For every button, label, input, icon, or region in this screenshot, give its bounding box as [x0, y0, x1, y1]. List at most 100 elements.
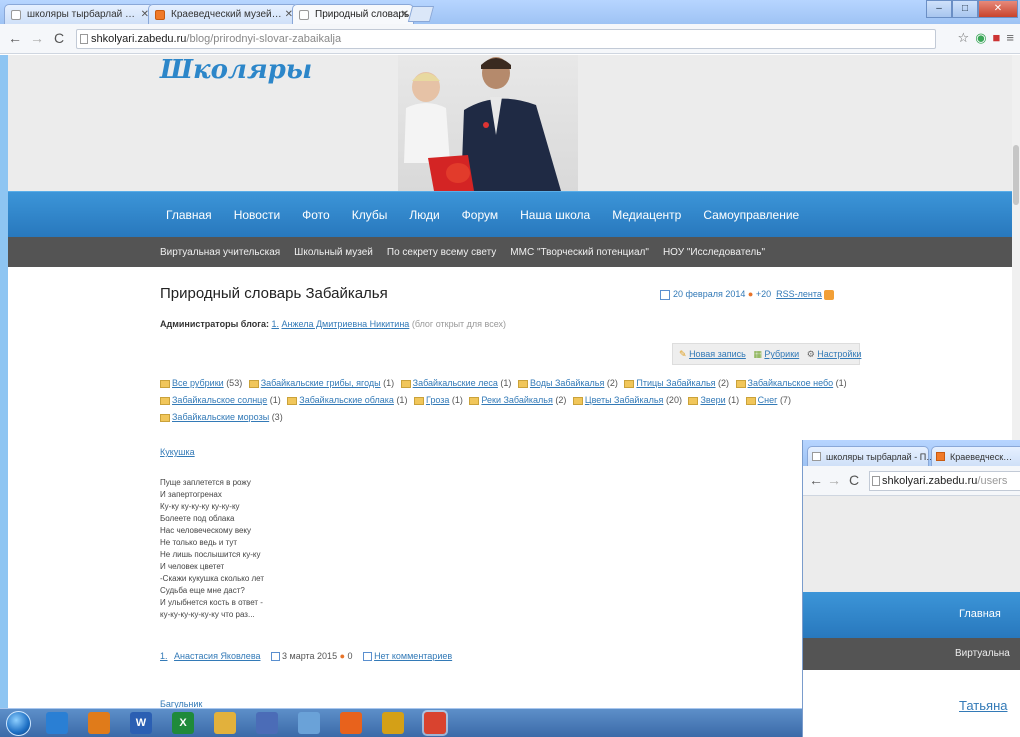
extension-icon[interactable]: ◉	[975, 30, 986, 46]
rubrics-button[interactable]: Рубрики	[764, 349, 799, 359]
next-post-link[interactable]: Багульник	[160, 699, 202, 708]
paint-icon[interactable]	[298, 712, 320, 734]
maximize-button[interactable]: □	[952, 0, 978, 18]
app-icon[interactable]	[256, 712, 278, 734]
reload-icon[interactable]: C	[849, 472, 859, 488]
star-icon[interactable]: ☆	[958, 30, 970, 46]
nav-home[interactable]: Главная	[166, 208, 212, 222]
rss-link[interactable]: RSS-лента	[776, 289, 822, 299]
subnav-teachers-room[interactable]: Виртуальна	[955, 648, 1010, 659]
category-item[interactable]: Птицы Забайкалья (2)	[624, 378, 729, 388]
admin-link[interactable]: Анжела Дмитриевна Никитина	[282, 319, 410, 329]
page-left-strip	[0, 55, 8, 708]
rating-icon: ●	[747, 289, 756, 299]
settings-button[interactable]: Настройки	[817, 349, 861, 359]
blog-rating: +20	[755, 289, 772, 299]
user-name-link[interactable]: Татьяна	[959, 698, 1007, 713]
calculator-icon[interactable]	[382, 712, 404, 734]
subnav-nou[interactable]: НОУ "Исследователь"	[663, 247, 765, 258]
post-author-link[interactable]: Анастасия Яковлева	[174, 651, 260, 661]
subnav-mms[interactable]: ММС "Творческий потенциал"	[510, 247, 649, 258]
start-button[interactable]	[6, 711, 31, 736]
minimize-button[interactable]: –	[926, 0, 952, 18]
forward-icon[interactable]: →	[827, 472, 841, 488]
category-item[interactable]: Реки Забайкалья (2)	[469, 395, 566, 405]
nav-news[interactable]: Новости	[234, 208, 280, 222]
nav-self-government[interactable]: Самоуправление	[703, 208, 799, 222]
main-navigation: Главная Новости Фото Клубы Люди Форум На…	[8, 191, 1012, 237]
tab-shkolyari[interactable]: школяры тырбарлай - П…	[807, 446, 935, 466]
window-controls: – □ ✕	[926, 0, 1018, 18]
rss-icon[interactable]	[824, 289, 835, 300]
nav-people[interactable]: Люди	[409, 208, 439, 222]
tab-shkolyari[interactable]: школяры тырбарлай … ✕	[4, 4, 154, 24]
tab-dictionary[interactable]: Природный словарь За… ✕	[292, 4, 414, 24]
category-item[interactable]: Снег (7)	[745, 395, 791, 405]
url-host: shkolyari.zabedu.ru	[882, 475, 978, 487]
url-path: /blog/prirodnyi-slovar-zabaikalja	[186, 33, 342, 45]
category-item[interactable]: Забайкальские леса (1)	[400, 378, 511, 388]
excel-icon[interactable]: X	[172, 712, 194, 734]
tab-museum[interactable]: Краеведческий музей… ✕	[148, 4, 298, 24]
category-item[interactable]: Воды Забайкалья (2)	[517, 378, 618, 388]
address-bar[interactable]: shkolyari.zabedu.ru/blog/prirodnyi-slova…	[76, 29, 936, 49]
close-window-button[interactable]: ✕	[978, 0, 1018, 18]
word-icon[interactable]: W	[130, 712, 152, 734]
poem-line: -Скажи кукушка сколько лет	[160, 574, 265, 583]
nav-our-school[interactable]: Наша школа	[520, 208, 590, 222]
category-item[interactable]: Звери (1)	[688, 395, 739, 405]
post-title-link[interactable]: Кукушка	[160, 447, 195, 457]
new-post-button[interactable]: Новая запись	[689, 349, 746, 359]
back-icon[interactable]: ←	[8, 30, 22, 46]
sub-navigation: Виртуальная учительская Школьный музей П…	[8, 237, 1012, 267]
category-item[interactable]: Забайкальские морозы (3)	[160, 412, 283, 422]
folder-icon	[160, 396, 170, 405]
toolbar-right: ☆ ◉ ■ ≡	[958, 30, 1014, 46]
folder-icon	[572, 396, 583, 405]
subnav-secret[interactable]: По секрету всему свету	[387, 247, 496, 258]
forward-icon[interactable]: →	[30, 30, 44, 46]
category-item[interactable]: Забайкальские грибы, ягоды (1)	[248, 378, 394, 388]
blog-toolbox: ✎ Новая запись ▦ Рубрики ⚙ Настройки	[672, 343, 861, 365]
subnav-teachers-room[interactable]: Виртуальная учительская	[160, 247, 280, 258]
poem-line: Болеете под облака	[160, 514, 235, 523]
page-icon	[80, 34, 88, 44]
calendar-icon	[271, 652, 281, 662]
comment-icon	[363, 652, 373, 662]
browser-toolbar: ← → C shkolyari.zabedu.ru/blog/prirodnyi…	[0, 24, 1020, 54]
category-item[interactable]: Все рубрики (53)	[160, 378, 242, 388]
scroll-thumb[interactable]	[1013, 145, 1019, 205]
ie-icon[interactable]	[46, 712, 68, 734]
folder-icon	[413, 396, 424, 405]
category-item[interactable]: Забайкальское небо (1)	[735, 378, 847, 388]
photo-child	[404, 72, 474, 191]
firefox-icon[interactable]	[340, 712, 362, 734]
media-player-icon[interactable]	[88, 712, 110, 734]
category-item[interactable]: Цветы Забайкалья (20)	[572, 395, 682, 405]
tab-museum[interactable]: Краеведческ…	[931, 446, 1020, 466]
address-bar[interactable]: shkolyari.zabedu.ru/users	[869, 471, 1020, 491]
poem-line: Не лишь послышится ку-ку	[160, 550, 261, 559]
folder-icon[interactable]	[214, 712, 236, 734]
subnav-school-museum[interactable]: Школьный музей	[294, 247, 373, 258]
category-item[interactable]: Забайкальское солнце (1)	[160, 395, 281, 405]
nav-media-center[interactable]: Медиацентр	[612, 208, 681, 222]
comments-link[interactable]: Нет комментариев	[374, 651, 452, 661]
nav-photo[interactable]: Фото	[302, 208, 330, 222]
reload-icon[interactable]: C	[54, 30, 64, 46]
chrome-icon[interactable]	[424, 712, 446, 734]
nav-clubs[interactable]: Клубы	[352, 208, 388, 222]
site-logo[interactable]: Школяры	[160, 55, 312, 85]
rubrics-icon: ▦	[753, 349, 762, 359]
tab-label: школяры тырбарлай …	[27, 9, 135, 20]
back-icon[interactable]: ←	[809, 472, 823, 488]
nav-forum[interactable]: Форум	[462, 208, 498, 222]
new-tab-button[interactable]	[407, 6, 435, 22]
category-item[interactable]: Гроза (1)	[413, 395, 463, 405]
folder-icon	[688, 396, 699, 405]
nav-home[interactable]: Главная	[959, 608, 1001, 620]
menu-icon[interactable]: ≡	[1006, 30, 1014, 46]
admins-number: 1.	[271, 319, 279, 329]
category-item[interactable]: Забайкальские облака (1)	[287, 395, 407, 405]
extension-icon[interactable]: ■	[993, 30, 1001, 46]
